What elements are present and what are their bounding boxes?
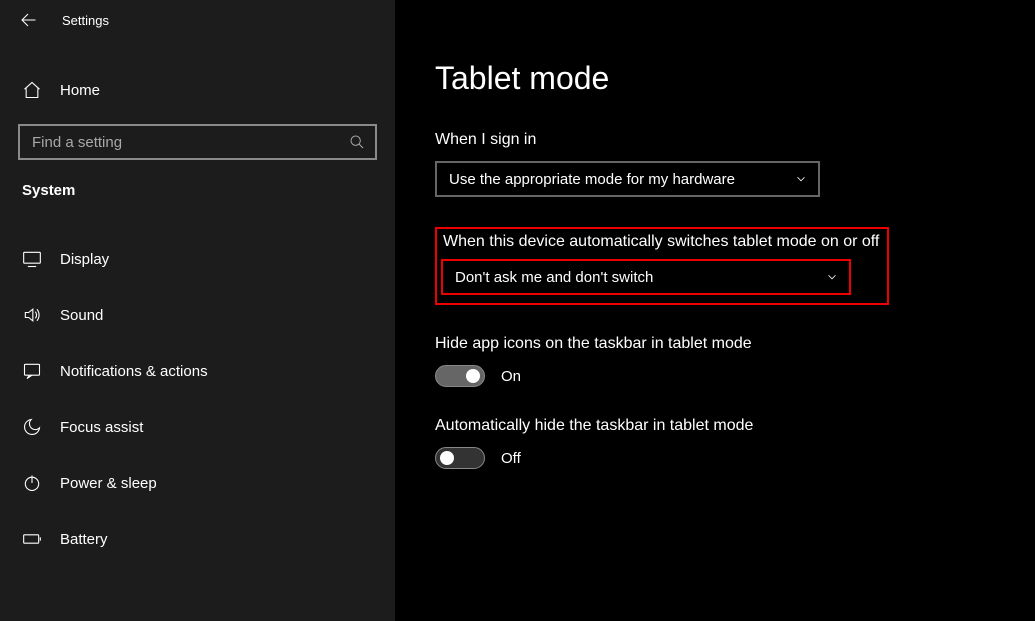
focus-assist-icon (22, 417, 44, 437)
page-title: Tablet mode (435, 60, 1035, 97)
dropdown-value: Use the appropriate mode for my hardware (449, 171, 735, 188)
search-input[interactable] (20, 134, 339, 151)
nav-label: Notifications & actions (60, 363, 208, 380)
back-button[interactable] (12, 4, 44, 36)
notifications-icon (22, 361, 44, 381)
sound-icon (22, 305, 44, 325)
sidebar-item-notifications[interactable]: Notifications & actions (0, 343, 395, 399)
field-hide-icons: Hide app icons on the taskbar in tablet … (435, 335, 1035, 387)
nav-list: Display Sound Notifications & actions Fo… (0, 231, 395, 567)
battery-icon (22, 529, 44, 549)
highlight-auto-switch: When this device automatically switches … (435, 227, 889, 305)
field-label-signin: When I sign in (435, 131, 1035, 149)
toggle-hide-icons[interactable] (435, 365, 485, 387)
field-label-auto-switch: When this device automatically switches … (443, 233, 879, 251)
nav-label: Sound (60, 307, 103, 324)
sidebar-item-battery[interactable]: Battery (0, 511, 395, 567)
chevron-down-icon (825, 270, 839, 284)
nav-label: Power & sleep (60, 475, 157, 492)
nav-label: Focus assist (60, 419, 143, 436)
home-icon (22, 80, 44, 100)
dropdown-value: Don't ask me and don't switch (455, 269, 653, 286)
display-icon (22, 249, 44, 269)
titlebar: Settings (0, 0, 395, 40)
sidebar-item-sound[interactable]: Sound (0, 287, 395, 343)
dropdown-signin[interactable]: Use the appropriate mode for my hardware (435, 161, 820, 197)
search-box[interactable] (18, 124, 377, 160)
toggle-state-label: Off (501, 450, 521, 467)
search-icon (339, 134, 375, 150)
field-label-hide-taskbar: Automatically hide the taskbar in tablet… (435, 417, 1035, 435)
sidebar: Settings Home System Display (0, 0, 395, 621)
arrow-left-icon (19, 11, 37, 29)
category-system: System (0, 160, 395, 211)
field-label-hide-icons: Hide app icons on the taskbar in tablet … (435, 335, 1035, 353)
power-icon (22, 473, 44, 493)
sidebar-item-display[interactable]: Display (0, 231, 395, 287)
main-content: Tablet mode When I sign in Use the appro… (395, 0, 1035, 621)
nav-label: Display (60, 251, 109, 268)
home-label: Home (60, 82, 100, 99)
toggle-state-label: On (501, 368, 521, 385)
sidebar-home[interactable]: Home (0, 70, 395, 110)
sidebar-item-power-sleep[interactable]: Power & sleep (0, 455, 395, 511)
field-signin: When I sign in Use the appropriate mode … (435, 131, 1035, 197)
app-title: Settings (62, 13, 109, 28)
field-hide-taskbar: Automatically hide the taskbar in tablet… (435, 417, 1035, 469)
sidebar-item-focus-assist[interactable]: Focus assist (0, 399, 395, 455)
toggle-hide-taskbar[interactable] (435, 447, 485, 469)
dropdown-auto-switch[interactable]: Don't ask me and don't switch (441, 259, 851, 295)
chevron-down-icon (794, 172, 808, 186)
nav-label: Battery (60, 531, 108, 548)
